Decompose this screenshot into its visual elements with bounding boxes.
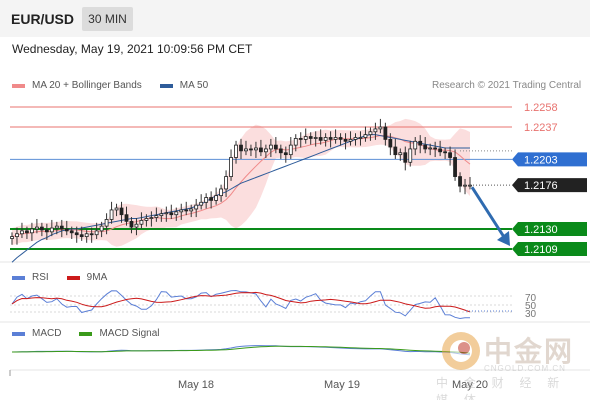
watermark-tagline: 中 金 财 经 新 媒 体	[436, 376, 566, 400]
svg-text:1.2130: 1.2130	[524, 224, 558, 236]
last-price-label: 1.2176	[512, 178, 587, 193]
x-label-may18: May 18	[178, 379, 214, 391]
svg-text:1.2109: 1.2109	[524, 244, 558, 256]
rsi-line	[11, 289, 471, 320]
projection-arrow-icon	[470, 186, 510, 246]
watermark: 中金网 CNGOLD.COM.CN 中 金 财 经 新 媒 体	[436, 330, 586, 400]
candle	[229, 149, 233, 181]
rsi-30-label: 30	[525, 309, 537, 320]
svg-text:1.2237: 1.2237	[524, 122, 558, 134]
resistance-1-label: 1.2237	[524, 122, 558, 134]
rsi-ma-line	[11, 291, 471, 313]
resistance-2-label: 1.2258	[524, 102, 558, 114]
x-label-may19: May 19	[324, 379, 360, 391]
svg-text:1.2258: 1.2258	[524, 102, 558, 114]
svg-text:1.2176: 1.2176	[524, 180, 558, 192]
support-1-label: 1.2130	[512, 221, 587, 236]
pivot-label: 1.2203	[512, 152, 587, 167]
watermark-logo-icon	[442, 332, 480, 370]
macd-line	[11, 345, 471, 356]
svg-text:1.2203: 1.2203	[524, 154, 558, 166]
support-2-label: 1.2109	[512, 242, 587, 256]
watermark-url: CNGOLD.COM.CN	[484, 364, 566, 373]
